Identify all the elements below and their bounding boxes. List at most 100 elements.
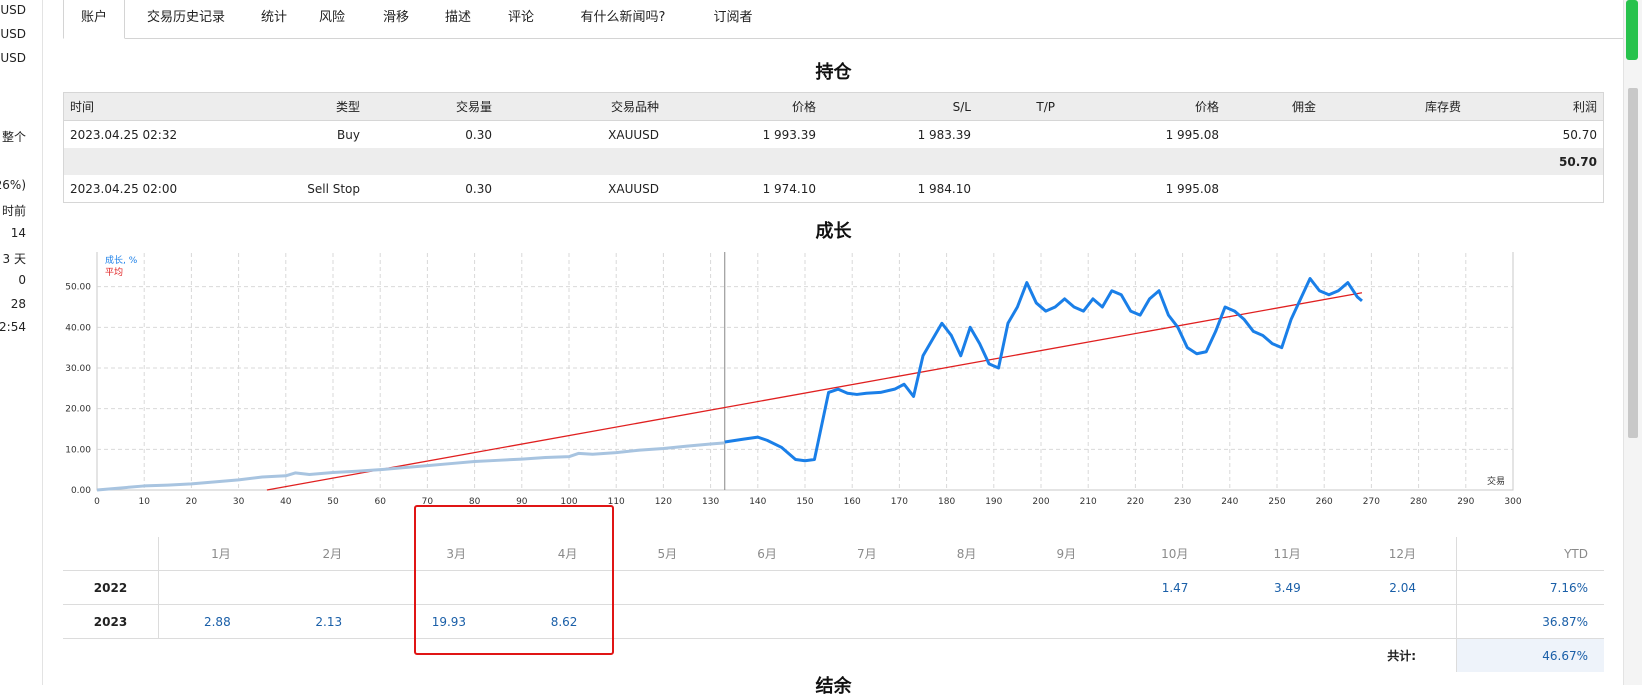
month-value: [1016, 570, 1117, 605]
x-tick-label: 50: [327, 497, 339, 507]
month-value: [816, 604, 917, 639]
ytd-header: YTD: [1456, 537, 1604, 571]
y-tick-label: 50.00: [65, 283, 91, 293]
x-tick-label: 280: [1410, 497, 1427, 507]
month-header: 7月: [857, 547, 877, 561]
month-header: 9月: [1056, 547, 1077, 561]
col-price2: 价格: [1061, 92, 1225, 121]
x-tick-label: 290: [1457, 497, 1474, 507]
cell-swap: [1322, 175, 1467, 203]
x-tick-label: 170: [891, 497, 908, 507]
y-tick-label: 0.00: [71, 486, 91, 496]
scrollbar-thumb[interactable]: [1628, 88, 1638, 438]
sidebar-text: USD: [0, 51, 26, 65]
y-tick-label: 10.00: [65, 445, 91, 455]
x-tick-label: 120: [655, 497, 672, 507]
tab-reviews[interactable]: 评论: [498, 0, 544, 38]
sidebar-text: 时前: [1, 204, 26, 218]
x-tick-label: 260: [1316, 497, 1333, 507]
plot-area: [96, 245, 1514, 491]
table-row: 2023.04.25 02:32 Buy 0.30 XAUUSD 1 993.3…: [64, 121, 1604, 149]
table-subtotal-row: 50.70: [63, 148, 1604, 175]
x-tick-label: 240: [1221, 497, 1238, 507]
month-value: 1.47: [1116, 570, 1229, 605]
month-value: [1116, 604, 1229, 639]
col-price: 价格: [665, 92, 822, 121]
month-value: [1228, 604, 1341, 639]
tab-statistics[interactable]: 统计: [249, 0, 299, 38]
year-row-2022: 2022 1.47 3.49 2.04 7.16%: [63, 570, 1604, 605]
x-axis-label: 交易: [1487, 475, 1505, 487]
month-header: 6月: [757, 547, 777, 561]
month-value: [270, 570, 383, 605]
month-value: [617, 570, 718, 605]
tab-slippage[interactable]: 滑移: [373, 0, 419, 38]
sidebar-text: 14: [10, 226, 26, 240]
tab-news[interactable]: 有什么新闻吗?: [563, 0, 683, 38]
x-tick-label: 30: [233, 497, 245, 507]
growth-chart-svg: 0.0010.0020.0030.0040.0050.0060.00010203…: [65, 242, 1522, 507]
cell-price2: 1 995.08: [1165, 127, 1219, 142]
month-value: [717, 604, 817, 639]
scrollbar[interactable]: [1623, 0, 1642, 685]
year-row-2023: 2023 2.88 2.13 19.93 8.62 36.87%: [63, 604, 1604, 639]
cell-time: 2023.04.25 02:32: [70, 127, 178, 142]
x-tick-label: 10: [138, 497, 150, 507]
cell-type: Buy: [337, 127, 360, 142]
tab-subscribers[interactable]: 订阅者: [703, 0, 763, 38]
positions-table: 时间 类型 交易量 交易品种 价格 S/L T/P 价格 佣金 库存费 利润 2…: [63, 92, 1604, 203]
total-row: 共计: 46.67%: [63, 638, 1604, 672]
month-header: 11月: [1273, 547, 1301, 561]
month-value: 3.49: [1228, 570, 1341, 605]
month-value: [1340, 604, 1457, 639]
cell-profit: [1467, 175, 1604, 203]
highlight-annotation-box: [414, 505, 614, 655]
cell-tp: [977, 175, 1061, 203]
ytd-value: 36.87%: [1456, 604, 1604, 639]
cell-commission: [1225, 121, 1322, 149]
x-tick-label: 270: [1363, 497, 1380, 507]
cell-volume: 0.30: [465, 127, 492, 142]
sidebar-text: 3 天: [2, 252, 26, 266]
month-value: 2.88: [158, 604, 271, 639]
cell-tp: [977, 121, 1061, 149]
cell-profit: 50.70: [1562, 127, 1597, 142]
tab-account[interactable]: 账户: [63, 0, 125, 39]
col-sl: S/L: [822, 92, 977, 121]
year-label: 2023: [63, 604, 159, 639]
month-value: [617, 604, 718, 639]
positions-title: 持仓: [815, 62, 852, 83]
x-tick-label: 300: [1504, 497, 1521, 507]
tab-description[interactable]: 描述: [435, 0, 481, 38]
cell-subtotal-profit: 50.70: [1467, 148, 1604, 175]
cell-type: Sell Stop: [307, 181, 360, 196]
month-header: 1月: [211, 547, 231, 561]
legend-growth: 成长, %: [105, 254, 138, 266]
y-tick-label: 30.00: [65, 364, 91, 374]
y-tick-label: 40.00: [65, 323, 91, 333]
x-tick-label: 60: [374, 497, 386, 507]
table-header-row: 时间 类型 交易量 交易品种 价格 S/L T/P 价格 佣金 库存费 利润: [63, 92, 1604, 121]
x-tick-label: 140: [749, 497, 766, 507]
year-label: 2022: [63, 570, 159, 605]
growth-chart: 0.0010.0020.0030.0040.0050.0060.00010203…: [63, 242, 1583, 537]
cell-time: 2023.04.25 02:00: [70, 181, 178, 196]
cell-symbol: XAUUSD: [608, 181, 659, 196]
month-header: 8月: [956, 547, 977, 561]
month-value: [1016, 604, 1117, 639]
tab-risk[interactable]: 风险: [309, 0, 355, 38]
month-header: 5月: [657, 547, 678, 561]
x-tick-label: 130: [702, 497, 719, 507]
col-tp: T/P: [977, 92, 1061, 121]
month-header: 10月: [1161, 547, 1189, 561]
sidebar-text: 0: [18, 273, 26, 287]
month-value: [916, 604, 1017, 639]
tab-trade-history[interactable]: 交易历史记录: [131, 0, 241, 38]
month-value: [916, 570, 1017, 605]
sidebar-text: 2:54: [0, 320, 26, 334]
col-profit: 利润: [1467, 92, 1604, 121]
cell-symbol: XAUUSD: [608, 127, 659, 142]
sidebar-text: 26%): [0, 178, 26, 192]
x-tick-label: 180: [938, 497, 955, 507]
col-type: 类型: [236, 92, 366, 121]
